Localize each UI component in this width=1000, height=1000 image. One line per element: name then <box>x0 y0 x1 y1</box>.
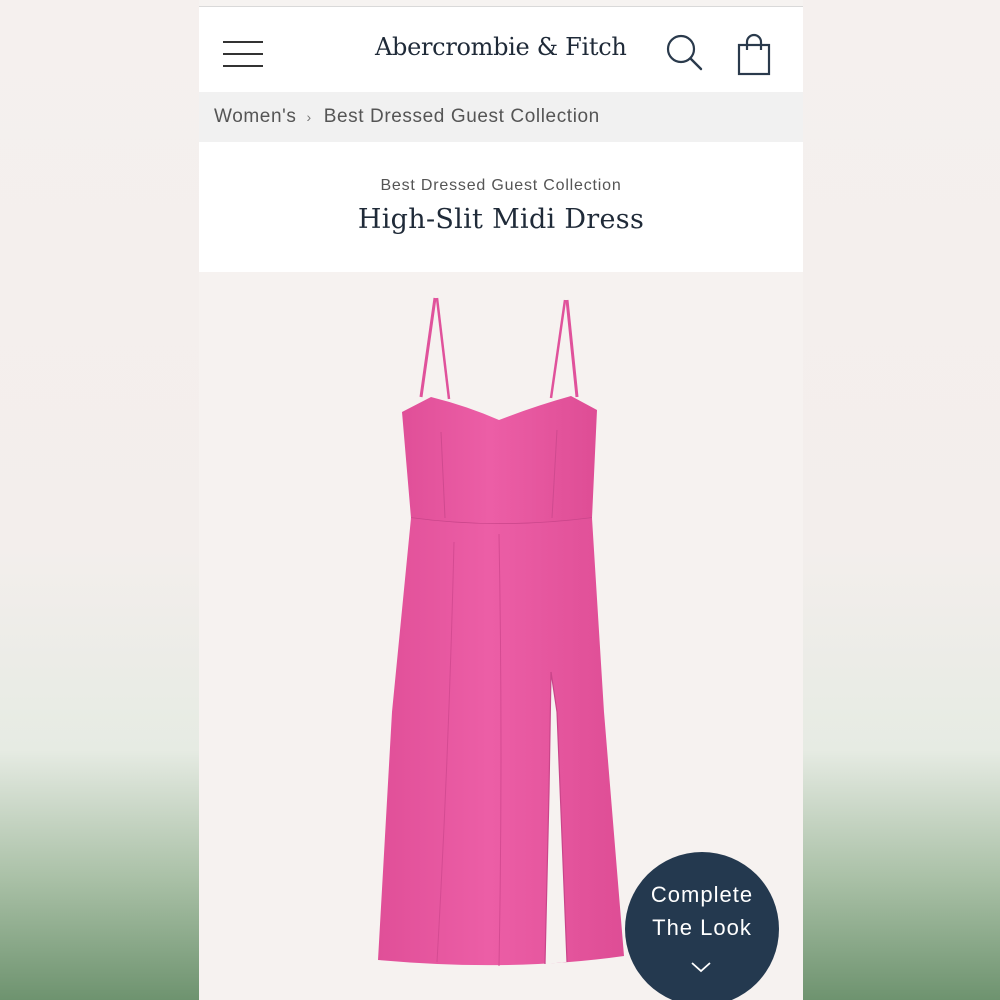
background-right <box>803 0 1000 1000</box>
brand-logo[interactable]: Abercrombie & Fitch <box>375 33 627 61</box>
breadcrumb-women[interactable]: Women's <box>214 106 296 128</box>
complete-the-look-button[interactable]: Complete The Look <box>625 852 779 1000</box>
site-header: Abercrombie & Fitch <box>199 7 803 92</box>
complete-look-line2: The Look <box>652 915 752 940</box>
hamburger-menu-icon[interactable] <box>223 39 265 69</box>
search-icon[interactable] <box>665 33 705 73</box>
product-heading: Best Dressed Guest Collection High-Slit … <box>199 142 803 272</box>
chevron-down-icon <box>691 962 711 973</box>
chevron-right-icon: › <box>306 109 312 125</box>
product-title: High-Slit Midi Dress <box>357 204 645 235</box>
collection-label[interactable]: Best Dressed Guest Collection <box>199 177 803 195</box>
complete-look-line1: Complete <box>650 882 754 907</box>
background-left <box>0 0 199 1000</box>
breadcrumb: Women's › Best Dressed Guest Collection <box>199 92 803 142</box>
mobile-page: Abercrombie & Fitch Women's › Best Dress… <box>199 0 803 1000</box>
breadcrumb-collection[interactable]: Best Dressed Guest Collection <box>324 106 600 128</box>
shopping-bag-icon[interactable] <box>736 33 772 77</box>
product-image[interactable]: Complete The Look <box>199 272 803 1000</box>
